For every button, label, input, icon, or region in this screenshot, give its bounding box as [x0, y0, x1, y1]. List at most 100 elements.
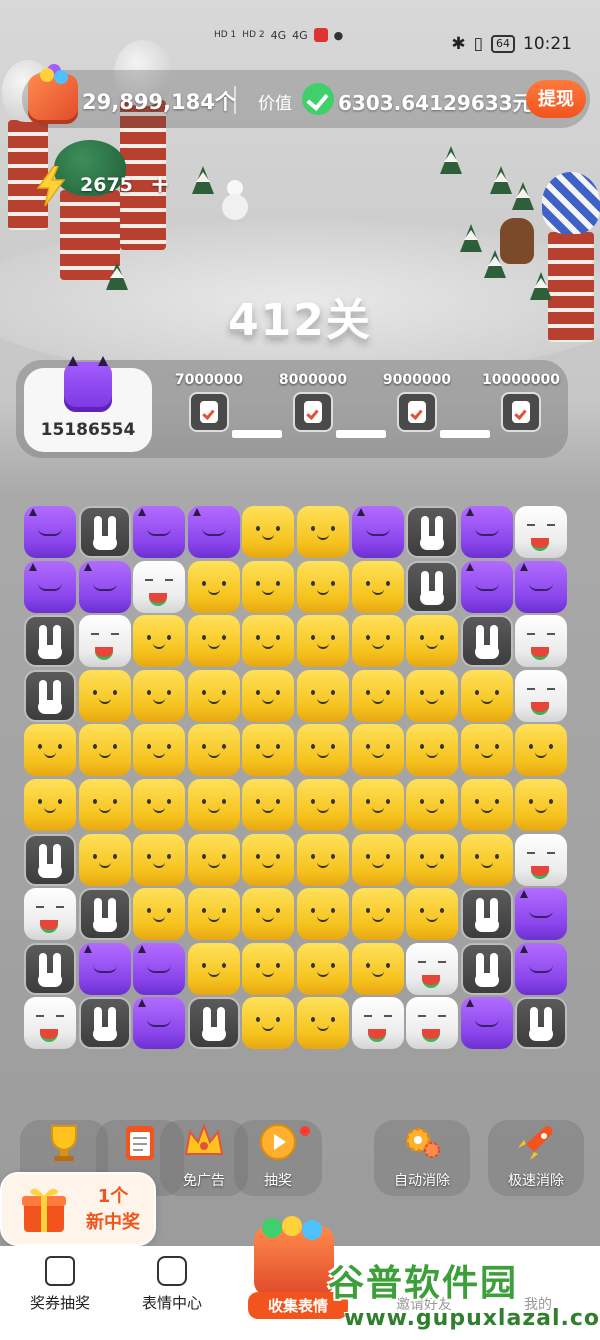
yellow-tile[interactable]	[406, 834, 458, 886]
yellow-tile[interactable]	[352, 779, 404, 831]
white-tile[interactable]	[515, 615, 567, 667]
yellow-tile[interactable]	[406, 615, 458, 667]
yellow-tile[interactable]	[406, 779, 458, 831]
yellow-tile[interactable]	[461, 724, 513, 776]
purple-tile[interactable]	[515, 888, 567, 940]
purple-tile[interactable]	[188, 506, 240, 558]
yellow-tile[interactable]	[242, 997, 294, 1049]
yellow-tile[interactable]	[297, 615, 349, 667]
bunny-tile[interactable]	[406, 506, 458, 558]
yellow-tile[interactable]	[24, 779, 76, 831]
yellow-tile[interactable]	[406, 670, 458, 722]
white-tile[interactable]	[24, 997, 76, 1049]
nav-lottery-tickets[interactable]: 奖券抽奖	[0, 1256, 120, 1313]
bunny-tile[interactable]	[188, 997, 240, 1049]
yellow-tile[interactable]	[406, 724, 458, 776]
yellow-tile[interactable]	[515, 724, 567, 776]
withdraw-button[interactable]: 提现	[526, 80, 586, 118]
yellow-tile[interactable]	[133, 834, 185, 886]
yellow-tile[interactable]	[461, 834, 513, 886]
yellow-tile[interactable]	[188, 834, 240, 886]
yellow-tile[interactable]	[242, 888, 294, 940]
yellow-tile[interactable]	[24, 724, 76, 776]
yellow-tile[interactable]	[352, 561, 404, 613]
white-tile[interactable]	[406, 997, 458, 1049]
bunny-tile[interactable]	[461, 943, 513, 995]
white-tile[interactable]	[79, 615, 131, 667]
yellow-tile[interactable]	[297, 943, 349, 995]
purple-tile[interactable]	[461, 506, 513, 558]
yellow-tile[interactable]	[133, 615, 185, 667]
purple-tile[interactable]	[79, 561, 131, 613]
purple-tile[interactable]	[79, 943, 131, 995]
white-tile[interactable]	[352, 997, 404, 1049]
yellow-tile[interactable]	[242, 670, 294, 722]
bunny-tile[interactable]	[406, 561, 458, 613]
bunny-tile[interactable]	[461, 888, 513, 940]
purple-tile[interactable]	[133, 997, 185, 1049]
yellow-tile[interactable]	[188, 615, 240, 667]
white-tile[interactable]	[406, 943, 458, 995]
yellow-tile[interactable]	[79, 779, 131, 831]
yellow-tile[interactable]	[242, 943, 294, 995]
fast-clear-button[interactable]: 极速消除	[488, 1120, 584, 1196]
yellow-tile[interactable]	[188, 779, 240, 831]
yellow-tile[interactable]	[188, 670, 240, 722]
yellow-tile[interactable]	[352, 888, 404, 940]
yellow-tile[interactable]	[297, 506, 349, 558]
yellow-tile[interactable]	[188, 561, 240, 613]
yellow-tile[interactable]	[297, 670, 349, 722]
yellow-tile[interactable]	[242, 779, 294, 831]
purple-tile[interactable]	[133, 506, 185, 558]
yellow-tile[interactable]	[297, 834, 349, 886]
bunny-tile[interactable]	[461, 615, 513, 667]
purple-tile[interactable]	[461, 997, 513, 1049]
white-tile[interactable]	[515, 506, 567, 558]
lottery-button[interactable]: 抽奖	[234, 1120, 322, 1196]
collect-emoji-button[interactable]: 收集表情	[248, 1218, 348, 1320]
bunny-tile[interactable]	[515, 997, 567, 1049]
white-tile[interactable]	[24, 888, 76, 940]
yellow-tile[interactable]	[242, 724, 294, 776]
yellow-tile[interactable]	[133, 724, 185, 776]
purple-tile[interactable]	[352, 506, 404, 558]
yellow-tile[interactable]	[406, 888, 458, 940]
yellow-tile[interactable]	[352, 670, 404, 722]
purple-tile[interactable]	[515, 943, 567, 995]
yellow-tile[interactable]	[461, 779, 513, 831]
white-tile[interactable]	[133, 561, 185, 613]
new-prize-popup[interactable]: 1个 新中奖	[0, 1172, 156, 1246]
purple-tile[interactable]	[461, 561, 513, 613]
yellow-tile[interactable]	[242, 506, 294, 558]
yellow-tile[interactable]	[242, 615, 294, 667]
milestone-reward[interactable]: 9000000	[372, 372, 462, 432]
yellow-tile[interactable]	[242, 834, 294, 886]
yellow-tile[interactable]	[297, 997, 349, 1049]
yellow-tile[interactable]	[188, 888, 240, 940]
purple-tile[interactable]	[24, 561, 76, 613]
bunny-tile[interactable]	[24, 615, 76, 667]
bunny-tile[interactable]	[24, 943, 76, 995]
milestone-reward[interactable]: 7000000	[164, 372, 254, 432]
yellow-tile[interactable]	[242, 561, 294, 613]
yellow-tile[interactable]	[515, 779, 567, 831]
nav-emoji-center[interactable]: 表情中心	[112, 1256, 232, 1313]
yellow-tile[interactable]	[79, 834, 131, 886]
milestone-reward[interactable]: 10000000	[476, 372, 566, 432]
yellow-tile[interactable]	[352, 724, 404, 776]
bunny-tile[interactable]	[79, 888, 131, 940]
yellow-tile[interactable]	[188, 724, 240, 776]
yellow-tile[interactable]	[188, 943, 240, 995]
purple-tile[interactable]	[133, 943, 185, 995]
yellow-tile[interactable]	[79, 724, 131, 776]
bunny-tile[interactable]	[24, 670, 76, 722]
yellow-tile[interactable]	[133, 888, 185, 940]
milestone-reward[interactable]: 8000000	[268, 372, 358, 432]
yellow-tile[interactable]	[297, 779, 349, 831]
white-tile[interactable]	[515, 670, 567, 722]
purple-tile[interactable]	[24, 506, 76, 558]
bunny-tile[interactable]	[79, 997, 131, 1049]
yellow-tile[interactable]	[352, 943, 404, 995]
yellow-tile[interactable]	[352, 615, 404, 667]
bunny-tile[interactable]	[79, 506, 131, 558]
